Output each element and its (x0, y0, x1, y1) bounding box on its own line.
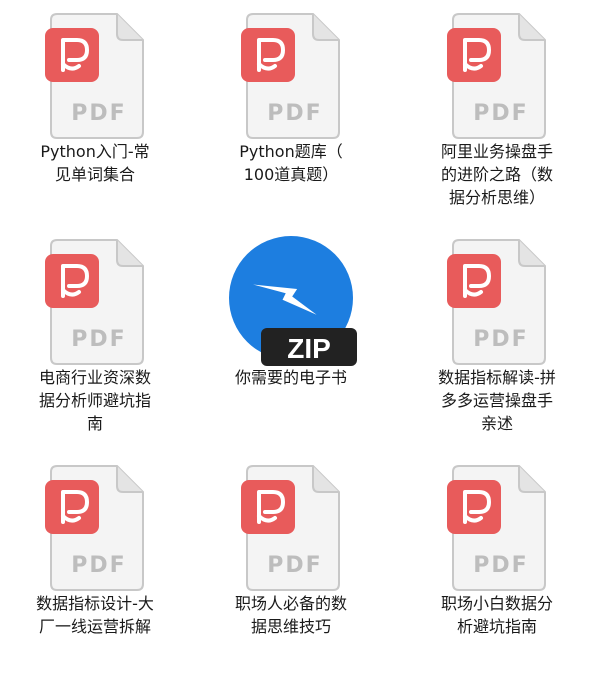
file-badge: PDF (267, 101, 322, 126)
file-name: 你需要的电子书 (234, 368, 347, 387)
file-badge: PDF (71, 553, 126, 578)
file-item-ecommerce-analyst[interactable]: PDF 电商行业资深数 据分析师避坑指 南 (0, 226, 190, 446)
pdf-file-icon: PDF (241, 13, 340, 139)
file-item-metric-design[interactable]: PDF 数据指标设计-大 厂一线运营拆解 (0, 452, 190, 672)
file-name: Python题库（ 100道真题） (239, 142, 343, 184)
file-item-beginner-guide[interactable]: PDF 职场小白数据分 析避坑指南 (402, 452, 592, 672)
file-badge: PDF (71, 101, 126, 126)
file-item-ebook-zip[interactable]: ZIP 你需要的电子书 (196, 226, 386, 446)
file-name: 职场人必备的数 据思维技巧 (234, 594, 347, 636)
file-name: Python入门-常 见单词集合 (40, 142, 150, 184)
file-badge: PDF (473, 101, 528, 126)
file-item-alibaba-operator[interactable]: PDF 阿里业务操盘手 的进阶之路（数 据分析思维） (402, 0, 592, 220)
file-badge: PDF (473, 553, 528, 578)
pdf-file-icon: PDF (447, 465, 546, 591)
zip-archive-icon: ZIP (229, 236, 357, 366)
pdf-file-icon: PDF (447, 13, 546, 139)
file-badge: ZIP (287, 333, 331, 364)
file-item-data-thinking[interactable]: PDF 职场人必备的数 据思维技巧 (196, 452, 386, 672)
file-badge: PDF (71, 327, 126, 352)
pdf-file-icon: PDF (45, 13, 144, 139)
file-name: 阿里业务操盘手 的进阶之路（数 据分析思维） (440, 142, 553, 207)
file-item-metrics-pdd[interactable]: PDF 数据指标解读-拼 多多运营操盘手 亲述 (402, 226, 592, 446)
file-name: 职场小白数据分 析避坑指南 (440, 594, 553, 636)
file-badge: PDF (473, 327, 528, 352)
pdf-file-icon: PDF (45, 239, 144, 365)
pdf-file-icon: PDF (447, 239, 546, 365)
pdf-file-icon: PDF (241, 465, 340, 591)
file-item-python-quiz[interactable]: PDF Python题库（ 100道真题） (196, 0, 386, 220)
file-item-python-words[interactable]: PDF Python入门-常 见单词集合 (0, 0, 190, 220)
file-name: 数据指标解读-拼 多多运营操盘手 亲述 (438, 368, 556, 433)
file-name: 数据指标设计-大 厂一线运营拆解 (36, 594, 154, 636)
file-name: 电商行业资深数 据分析师避坑指 南 (38, 368, 151, 433)
pdf-file-icon: PDF (45, 465, 144, 591)
file-badge: PDF (267, 553, 322, 578)
